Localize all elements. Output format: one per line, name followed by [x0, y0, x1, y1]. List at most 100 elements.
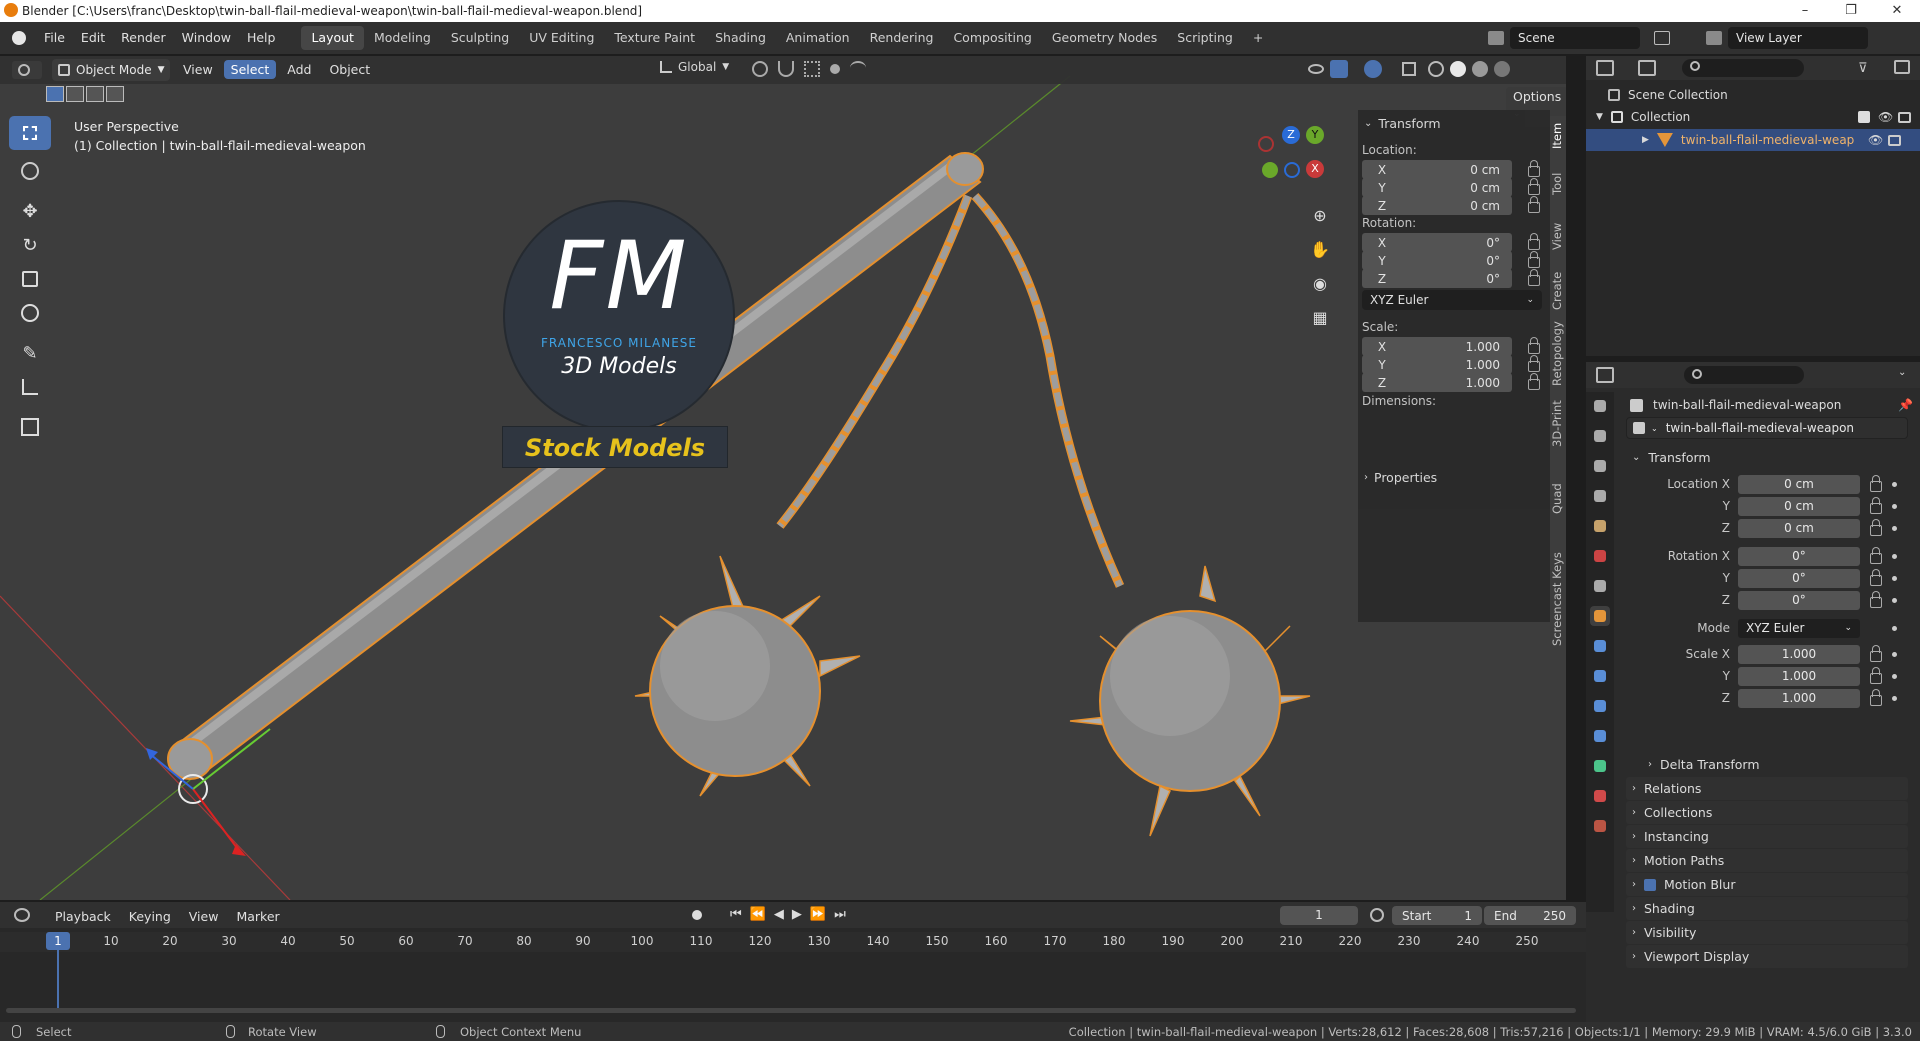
- viewport-menu-add[interactable]: Add: [280, 60, 318, 79]
- n-tab-create[interactable]: Create: [1550, 266, 1566, 316]
- subpanel-motion-blur[interactable]: › Motion Blur: [1626, 873, 1908, 896]
- zoom-icon[interactable]: ⊕: [1306, 206, 1334, 240]
- 3d-viewport[interactable]: FM FRANCESCO MILANESE 3D Models Stock Mo…: [0, 56, 1566, 900]
- record-icon[interactable]: [692, 909, 702, 920]
- n-panel-transform-header[interactable]: ⌄ Transform: [1364, 116, 1441, 131]
- minimize-button[interactable]: –: [1782, 0, 1828, 22]
- rotation-y-row-field[interactable]: 0°: [1738, 568, 1860, 588]
- filter-icon[interactable]: ⊽: [1858, 61, 1868, 76]
- lock-icon[interactable]: [1528, 251, 1540, 268]
- wireframe-shading-icon[interactable]: [1428, 61, 1444, 77]
- start-frame-field[interactable]: Start 1: [1392, 906, 1482, 925]
- menu-render[interactable]: Render: [113, 26, 174, 50]
- properties-tab-texture[interactable]: [1590, 816, 1610, 836]
- stopwatch-icon[interactable]: [1370, 908, 1384, 922]
- viewport-shading-group[interactable]: [1308, 60, 1510, 78]
- visibility-icon[interactable]: [1308, 64, 1324, 74]
- lock-icon[interactable]: [1870, 474, 1882, 492]
- lock-icon[interactable]: [1528, 233, 1540, 250]
- editor-type-button[interactable]: [12, 61, 42, 79]
- gizmo-toggle-icon[interactable]: [1330, 60, 1348, 78]
- mode-dropdown[interactable]: Object Mode ▼: [52, 59, 170, 81]
- properties-tab-output[interactable]: [1590, 456, 1610, 476]
- keyframe-dot-icon[interactable]: [1892, 503, 1897, 509]
- properties-tab-data[interactable]: [1590, 756, 1610, 776]
- viewport-menu-view[interactable]: View: [176, 60, 220, 79]
- display-mode-icon[interactable]: [1638, 60, 1656, 76]
- measure-tool[interactable]: [9, 370, 51, 404]
- timeline-menu-view[interactable]: View: [182, 907, 226, 926]
- lock-icon[interactable]: [1528, 373, 1540, 390]
- menu-window[interactable]: Window: [174, 26, 239, 50]
- gizmo-z-axis[interactable]: Z: [1282, 126, 1300, 144]
- proportional-edit-icon[interactable]: [830, 64, 840, 74]
- location-z-field[interactable]: Z 0 cm: [1362, 196, 1512, 215]
- rendered-shading-icon[interactable]: [1494, 61, 1510, 77]
- rotate-tool[interactable]: ↻: [9, 228, 51, 262]
- subpanel-viewport-display[interactable]: › Viewport Display: [1626, 945, 1908, 968]
- scale-x-field[interactable]: X 1.000: [1362, 337, 1512, 356]
- subpanel-relations[interactable]: › Relations: [1626, 777, 1908, 800]
- scale-y-field[interactable]: Y 1.000: [1362, 355, 1512, 374]
- gizmo-neg-z[interactable]: [1284, 162, 1300, 178]
- timeline-ruler[interactable]: 10 20 30 40 50 60 70 80 90 100 110 120 130 140 150 160 1…: [0, 932, 1586, 952]
- properties-tab-collection[interactable]: [1590, 576, 1610, 596]
- lock-icon[interactable]: [1528, 178, 1540, 195]
- tab-layout[interactable]: Layout: [301, 26, 364, 50]
- rotation-z-row-field[interactable]: 0°: [1738, 590, 1860, 610]
- editor-type-icon[interactable]: [1596, 60, 1614, 76]
- end-frame-field[interactable]: End 250: [1484, 906, 1576, 925]
- gizmo-neg-y[interactable]: [1262, 162, 1278, 178]
- move-tool[interactable]: ✥: [9, 194, 51, 228]
- timeline-menu-marker[interactable]: Marker: [229, 907, 286, 926]
- camera-icon[interactable]: ◉: [1306, 274, 1334, 308]
- viewport-menu-select[interactable]: Select: [223, 60, 277, 79]
- rotation-z-field[interactable]: Z 0°: [1362, 269, 1512, 288]
- n-tab-screencast-keys[interactable]: Screencast Keys: [1550, 544, 1566, 654]
- select-intersect-icon[interactable]: [106, 86, 124, 102]
- lock-icon[interactable]: [1870, 568, 1882, 586]
- next-keyframe-icon[interactable]: ⏩: [810, 907, 826, 922]
- properties-tab-constraints[interactable]: [1590, 726, 1610, 746]
- outliner-object-row[interactable]: ▶ twin-ball-flail-medieval-weap 👁: [1586, 129, 1920, 151]
- keyframe-dot-icon[interactable]: [1892, 575, 1897, 581]
- properties-tab-modifier[interactable]: [1590, 636, 1610, 656]
- camera-render-icon[interactable]: [1888, 134, 1901, 146]
- scale-y-row-field[interactable]: 1.000: [1738, 666, 1860, 686]
- transform-tool[interactable]: [9, 296, 51, 330]
- gizmo-neg-x[interactable]: [1258, 136, 1274, 152]
- tab-compositing[interactable]: Compositing: [943, 26, 1041, 50]
- properties-tab-particles[interactable]: [1590, 666, 1610, 686]
- menu-file[interactable]: File: [36, 26, 73, 50]
- outliner-scene-collection[interactable]: Scene Collection: [1608, 85, 1728, 105]
- location-x-row-field[interactable]: 0 cm: [1738, 474, 1860, 494]
- cursor-tool[interactable]: [9, 154, 51, 188]
- properties-tab-world[interactable]: [1590, 546, 1610, 566]
- n-tab-3d-print[interactable]: 3D-Print: [1550, 394, 1566, 454]
- overlay-toggle-icon[interactable]: [1364, 60, 1382, 78]
- keyframe-dot-icon[interactable]: [1892, 625, 1897, 631]
- pin-icon[interactable]: 📌: [1898, 398, 1913, 412]
- view-layer-name[interactable]: View Layer: [1728, 27, 1868, 49]
- scale-x-row-field[interactable]: 1.000: [1738, 644, 1860, 664]
- solid-shading-icon[interactable]: [1450, 61, 1466, 77]
- properties-tab-tool[interactable]: [1590, 396, 1610, 416]
- location-y-row-field[interactable]: 0 cm: [1738, 496, 1860, 516]
- lock-icon[interactable]: [1870, 518, 1882, 536]
- select-box-tool[interactable]: [9, 116, 51, 150]
- include-checkbox-icon[interactable]: [1858, 111, 1870, 123]
- motion-blur-checkbox[interactable]: [1644, 878, 1656, 891]
- add-cube-tool[interactable]: [9, 410, 51, 444]
- view-layer-selector[interactable]: View Layer: [1706, 26, 1916, 50]
- new-collection-icon[interactable]: [1894, 60, 1910, 74]
- snap-grid-icon[interactable]: [804, 61, 820, 77]
- rotation-x-row-field[interactable]: 0°: [1738, 546, 1860, 566]
- viewport-menu-object[interactable]: Object: [322, 60, 377, 79]
- tab-shading[interactable]: Shading: [705, 26, 776, 50]
- navigation-gizmo[interactable]: Z Y X: [1250, 126, 1330, 206]
- tab-modeling[interactable]: Modeling: [364, 26, 441, 50]
- lock-icon[interactable]: [1870, 666, 1882, 684]
- maximize-button[interactable]: ❐: [1828, 0, 1874, 22]
- outliner-search-field[interactable]: [1682, 59, 1804, 77]
- scene-selector[interactable]: Scene: [1488, 26, 1698, 50]
